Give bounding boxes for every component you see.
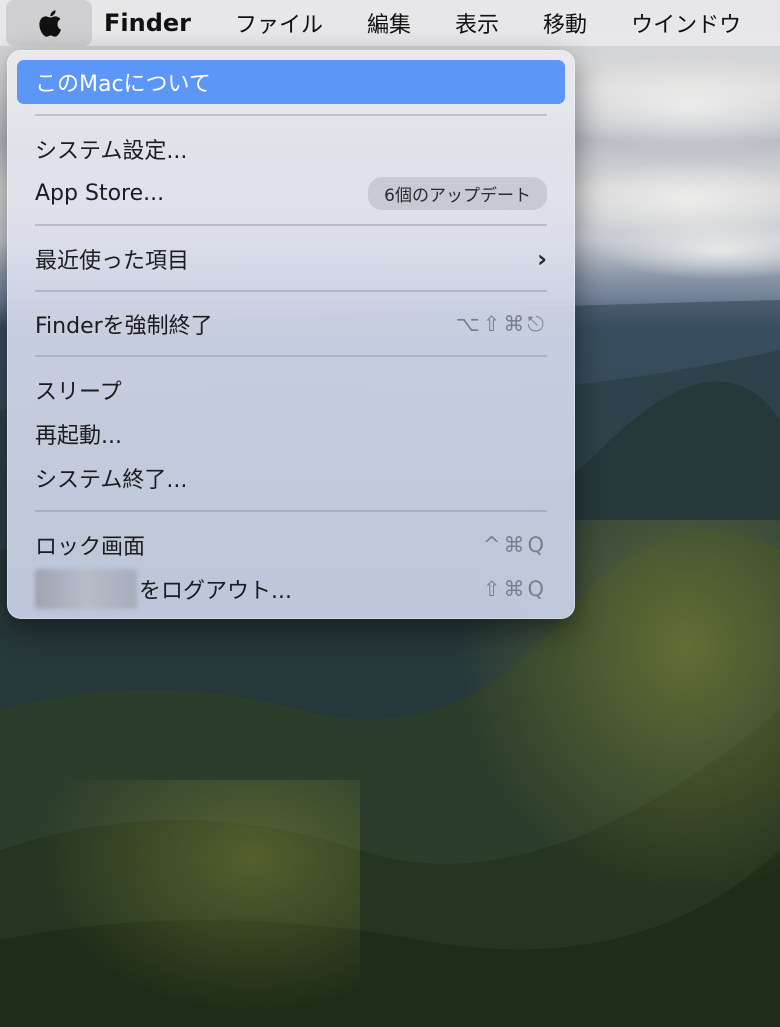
menu-item-label: をログアウト... bbox=[139, 579, 292, 604]
shortcut-label: ^⌘Q bbox=[482, 533, 547, 557]
redacted-username bbox=[35, 569, 137, 609]
menu-item-label: App Store... bbox=[35, 180, 165, 206]
menu-item-label: 最近使った項目 bbox=[35, 249, 190, 274]
menu-separator bbox=[35, 355, 547, 357]
menu-item-label: このMacについて bbox=[35, 72, 211, 97]
menu-item-label: ロック画面 bbox=[35, 535, 146, 560]
menu-separator bbox=[35, 510, 547, 512]
menu-item-system-settings[interactable]: システム設定... bbox=[17, 127, 565, 171]
menu-view[interactable]: 表示 bbox=[455, 7, 499, 39]
menu-file[interactable]: ファイル bbox=[235, 7, 323, 39]
chevron-right-icon: › bbox=[537, 245, 547, 273]
menu-item-label: Finderを強制終了 bbox=[35, 314, 213, 339]
menu-item-recent-items[interactable]: 最近使った項目 › bbox=[17, 237, 565, 281]
app-name-finder[interactable]: Finder bbox=[104, 9, 191, 37]
menu-item-shutdown[interactable]: システム終了... bbox=[17, 456, 565, 500]
menu-edit[interactable]: 編集 bbox=[367, 7, 411, 39]
apple-logo-icon bbox=[39, 10, 61, 37]
menu-bar: Finder ファイル 編集 表示 移動 ウインドウ bbox=[0, 0, 780, 46]
menu-item-label: 再起動... bbox=[35, 424, 122, 449]
menu-separator bbox=[35, 114, 547, 116]
menu-separator bbox=[35, 290, 547, 292]
apple-menu-dropdown: このMacについて システム設定... App Store... 6個のアップデ… bbox=[7, 50, 575, 619]
menu-item-label: システム終了... bbox=[35, 468, 188, 493]
menu-item-label: スリープ bbox=[35, 380, 122, 405]
apple-menu-button[interactable] bbox=[6, 0, 92, 46]
menu-item-restart[interactable]: 再起動... bbox=[17, 412, 565, 456]
menu-item-logout[interactable]: をログアウト... ⇧⌘Q bbox=[17, 567, 565, 611]
shortcut-label: ⌥⇧⌘⎋ bbox=[455, 311, 547, 336]
menu-item-app-store[interactable]: App Store... 6個のアップデート bbox=[17, 171, 565, 215]
menu-go[interactable]: 移動 bbox=[543, 7, 587, 39]
updates-badge: 6個のアップデート bbox=[368, 176, 547, 210]
shortcut-label: ⇧⌘Q bbox=[482, 577, 547, 601]
menu-item-force-quit[interactable]: Finderを強制終了 ⌥⇧⌘⎋ bbox=[17, 302, 565, 346]
menu-window[interactable]: ウインドウ bbox=[631, 7, 741, 39]
menu-separator bbox=[35, 224, 547, 226]
menu-item-lock-screen[interactable]: ロック画面 ^⌘Q bbox=[17, 523, 565, 567]
menu-item-sleep[interactable]: スリープ bbox=[17, 368, 565, 412]
menu-item-label: システム設定... bbox=[35, 139, 188, 164]
menu-item-about-this-mac[interactable]: このMacについて bbox=[17, 60, 565, 104]
menu-item-label-wrap: をログアウト... bbox=[35, 569, 292, 609]
